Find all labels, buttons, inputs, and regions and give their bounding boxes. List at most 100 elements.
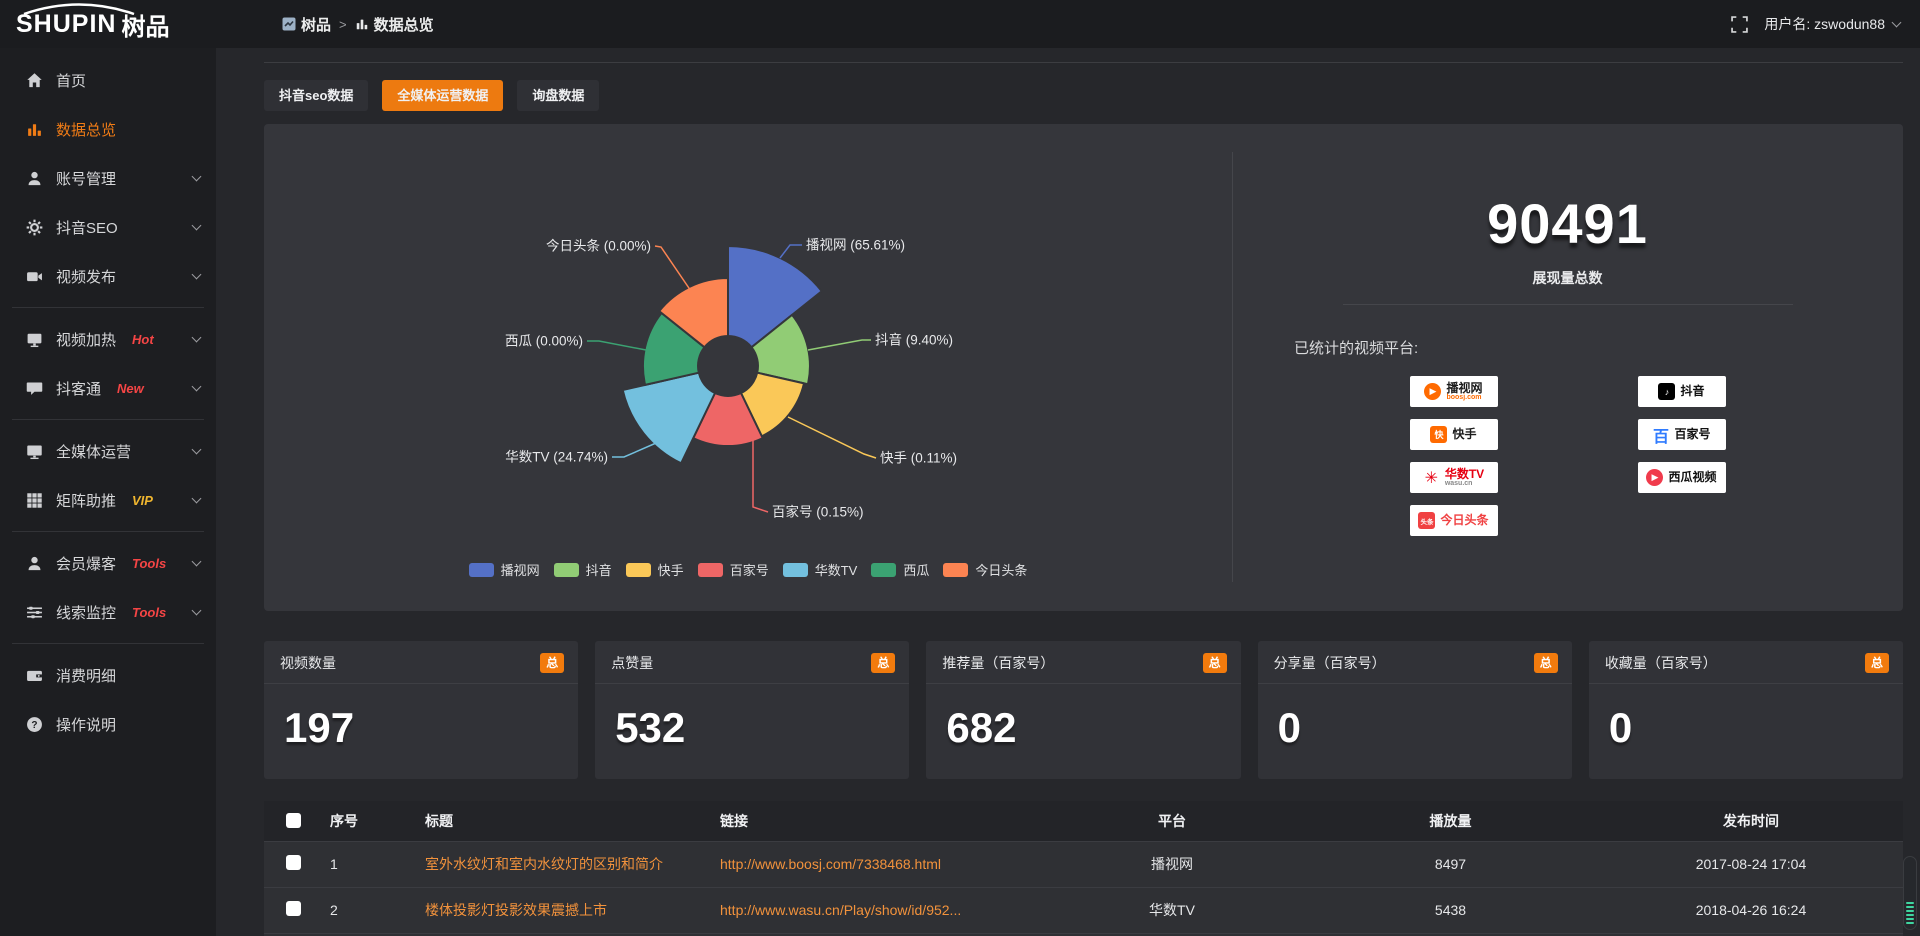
chevron-down-icon — [192, 172, 202, 182]
sidebar-item-tag: Tools — [132, 556, 166, 571]
sidebar: 首页数据总览账号管理抖音SEO视频发布视频加热Hot抖客通New全媒体运营矩阵助… — [0, 48, 216, 936]
platform-logo-toutiao-icon: 头条 — [1418, 512, 1435, 529]
sidebar-item-data-overview[interactable]: 数据总览 — [0, 106, 216, 152]
platform-column-1: ♪抖音百百家号▶西瓜视频 — [1638, 376, 1726, 536]
platform-badge-wasu: ✳华数TVwasu.cn — [1410, 462, 1498, 493]
cell-link[interactable]: http://www.boosj.com/7338468.html — [712, 841, 1042, 887]
breadcrumb-separator: > — [339, 17, 347, 32]
tab-douyin-seo-data[interactable]: 抖音seo数据 — [264, 80, 368, 111]
sidebar-item-label: 会员爆客 — [56, 553, 116, 574]
pie-label-boosj: 播视网 (65.61%) — [806, 238, 905, 253]
legend-swatch — [469, 563, 494, 577]
legend-item-baijiahao[interactable]: 百家号 — [698, 560, 769, 579]
topbar-right: 用户名: zswodun88 — [1731, 14, 1920, 34]
sidebar-item-douketong[interactable]: 抖客通New — [0, 365, 216, 411]
cell-time: 2017-08-24 17:04 — [1599, 841, 1903, 887]
sidebar-item-label: 视频加热 — [56, 329, 116, 350]
legend-item-douyin[interactable]: 抖音 — [554, 560, 612, 579]
screen-icon — [26, 331, 43, 348]
platform-logo-xigua-icon: ▶ — [1646, 469, 1663, 486]
sidebar-item-label: 矩阵助推 — [56, 490, 116, 511]
platform-badge-xigua: ▶西瓜视频 — [1638, 462, 1726, 493]
platform-badge-kuaishou: 快快手 — [1410, 419, 1498, 450]
row-checkbox[interactable] — [286, 855, 301, 870]
platform-subtext: wasu.cn — [1445, 480, 1473, 487]
chevron-down-icon — [192, 270, 202, 280]
sidebar-item-tag: Tools — [132, 605, 166, 620]
platform-grid: ▶播视网boosj.com快快手✳华数TVwasu.cn头条今日头条♪抖音百百家… — [1410, 376, 1726, 536]
fullscreen-icon[interactable] — [1731, 16, 1748, 33]
legend-label: 快手 — [658, 560, 684, 579]
pie-label-line-boosj — [780, 245, 802, 258]
sidebar-item-operation-guide[interactable]: ?操作说明 — [0, 701, 216, 747]
cell-title[interactable]: 室外水纹灯和室内水纹灯的区别和简介 — [417, 841, 712, 887]
main-content: 抖音seo数据全媒体运营数据询盘数据 播视网 (65.61%)抖音 (9.40%… — [216, 48, 1920, 936]
chevron-down-icon — [192, 382, 202, 392]
breadcrumb-current[interactable]: 数据总览 — [355, 14, 434, 35]
sidebar-item-lead-monitor[interactable]: 线索监控 Tools — [0, 589, 216, 635]
row-checkbox[interactable] — [286, 901, 301, 916]
pie-label-xigua: 西瓜 (0.00%) — [505, 334, 583, 349]
stat-card-share-count: 分享量（百家号）总0 — [1258, 641, 1572, 779]
sidebar-item-video-publish[interactable]: 视频发布 — [0, 253, 216, 299]
platform-name: 抖音 — [1680, 385, 1704, 398]
tab-media-operation-data[interactable]: 全媒体运营数据 — [382, 80, 503, 111]
legend-item-wasu[interactable]: 华数TV — [783, 560, 858, 579]
video-icon — [26, 268, 43, 285]
chevron-down-icon — [1892, 18, 1902, 28]
tab-inquiry-data[interactable]: 询盘数据 — [517, 80, 599, 111]
sliders-icon — [26, 604, 43, 621]
sidebar-item-label: 线索监控 — [56, 602, 116, 623]
legend-swatch — [626, 563, 651, 577]
sidebar-item-label: 数据总览 — [56, 119, 116, 140]
panel-divider — [1232, 152, 1233, 582]
platform-badge-boosj: ▶播视网boosj.com — [1410, 376, 1498, 407]
cell-title[interactable]: 楼体投影灯投影效果震撼上市 — [417, 887, 712, 933]
user-menu[interactable]: 用户名: zswodun88 — [1764, 14, 1900, 34]
pie-svg: 播视网 (65.61%)抖音 (9.40%)快手 (0.11%)百家号 (0.1… — [264, 124, 1232, 611]
breadcrumb-root[interactable]: 树品 — [282, 14, 331, 35]
select-all-checkbox[interactable] — [286, 813, 301, 828]
cell-plays: 8497 — [1302, 841, 1599, 887]
pie-label-kuaishou: 快手 (0.11%) — [880, 451, 957, 466]
pie-slice-wasu[interactable] — [623, 373, 715, 464]
stat-card-title: 推荐量（百家号） — [942, 653, 1054, 673]
total-display-count: 90491 — [1487, 196, 1648, 252]
pie-label-line-toutiao — [655, 246, 693, 294]
pie-label-toutiao: 今日头条 (0.00%) — [546, 238, 651, 254]
sidebar-item-member-burst[interactable]: 会员爆客 Tools — [0, 540, 216, 586]
legend-swatch — [783, 563, 808, 577]
cell-no: 2 — [322, 887, 417, 933]
sidebar-item-consumption-detail[interactable]: 消费明细 — [0, 652, 216, 698]
video-table: 序号标题链接平台播放量发布时间1室外水纹灯和室内水纹灯的区别和简介http://… — [264, 801, 1903, 936]
home-icon — [26, 72, 43, 89]
column-header: 播放量 — [1302, 801, 1599, 841]
legend-item-kuaishou[interactable]: 快手 — [626, 560, 684, 579]
sidebar-item-video-heat[interactable]: 视频加热Hot — [0, 316, 216, 362]
total-badge: 总 — [1865, 653, 1889, 673]
app-logo[interactable]: SHUPIN 树品 — [0, 0, 216, 48]
sidebar-item-account-management[interactable]: 账号管理 — [0, 155, 216, 201]
data-tabs: 抖音seo数据全媒体运营数据询盘数据 — [264, 80, 1903, 111]
chart-panel: 播视网 (65.61%)抖音 (9.40%)快手 (0.11%)百家号 (0.1… — [264, 124, 1903, 611]
pie-label-wasu: 华数TV (24.74%) — [505, 450, 608, 465]
legend-swatch — [554, 563, 579, 577]
sidebar-item-home[interactable]: 首页 — [0, 57, 216, 103]
sidebar-item-douyin-seo[interactable]: 抖音SEO — [0, 204, 216, 250]
gear-icon — [26, 219, 43, 236]
platform-logo-wasu-icon: ✳ — [1423, 469, 1440, 486]
legend-item-toutiao[interactable]: 今日头条 — [943, 560, 1027, 579]
breadcrumb: 树品 > 数据总览 — [282, 14, 434, 35]
sidebar-item-tag: VIP — [132, 493, 153, 508]
legend-label: 今日头条 — [975, 560, 1027, 579]
legend-item-xigua[interactable]: 西瓜 — [871, 560, 929, 579]
platform-logo-baijiahao-icon: 百 — [1652, 426, 1669, 443]
sidebar-item-label: 首页 — [56, 70, 86, 91]
cell-link[interactable]: http://www.wasu.cn/Play/show/id/952... — [712, 887, 1042, 933]
sidebar-item-matrix-boost[interactable]: 矩阵助推 VIP — [0, 477, 216, 523]
legend-label: 百家号 — [730, 560, 769, 579]
legend-item-boosj[interactable]: 播视网 — [469, 560, 540, 579]
scroll-widget[interactable] — [1903, 856, 1917, 930]
sidebar-item-media-operation[interactable]: 全媒体运营 — [0, 428, 216, 474]
stat-card-recommend-count: 推荐量（百家号）总682 — [926, 641, 1240, 779]
